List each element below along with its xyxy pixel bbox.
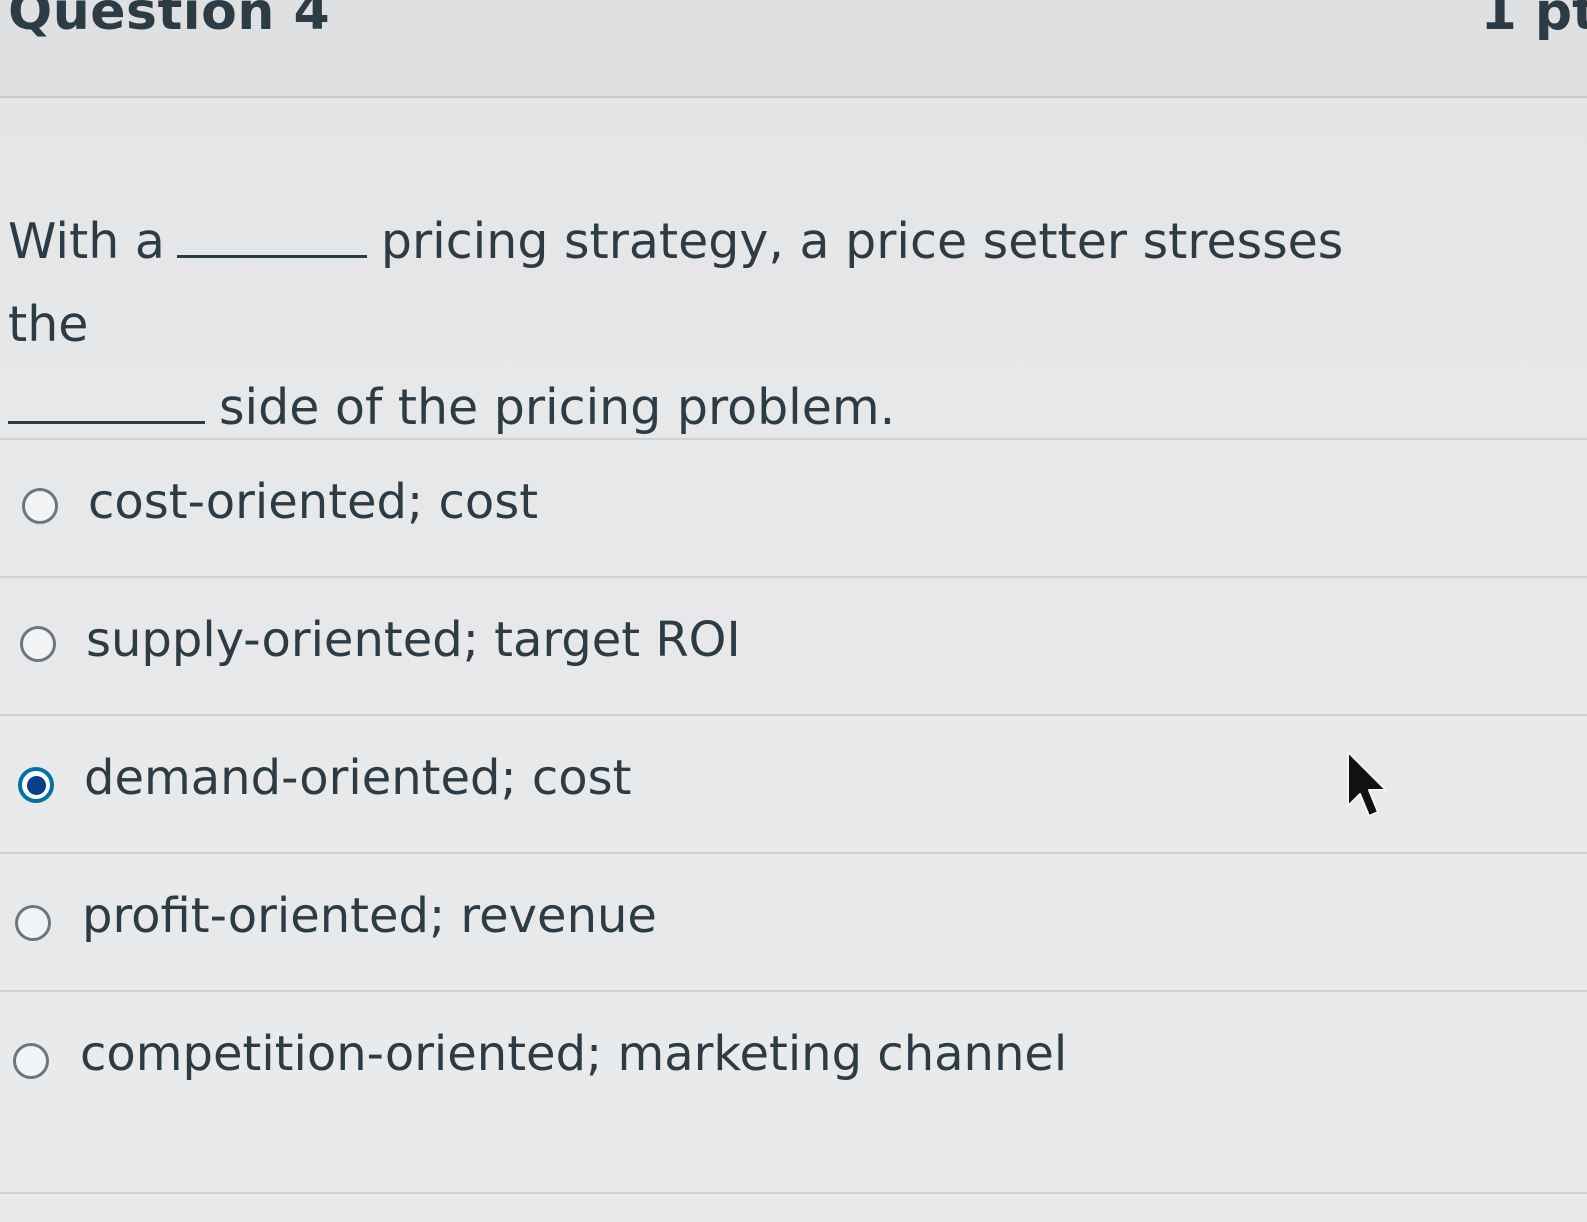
mouse-pointer-icon xyxy=(1347,751,1387,817)
radio-button[interactable] xyxy=(20,626,56,662)
answer-label[interactable]: profit-oriented; revenue xyxy=(82,888,657,944)
answer-label[interactable]: supply-oriented; target ROI xyxy=(86,612,741,668)
answer-blank-1 xyxy=(176,211,367,258)
answer-option-profit-oriented[interactable]: profit-oriented; revenue xyxy=(0,852,1587,990)
answer-blank-2 xyxy=(8,377,205,424)
question-text: With a pricing strategy, a price setter s… xyxy=(8,200,1428,449)
question-text-part-3: side of the pricing problem. xyxy=(219,379,896,436)
quiz-page: Question 4 1 pt With a pricing strategy, … xyxy=(0,0,1587,1222)
answer-label[interactable]: cost-oriented; cost xyxy=(88,474,538,530)
answer-option-supply-oriented[interactable]: supply-oriented; target ROI xyxy=(0,576,1587,714)
radio-button-selected[interactable] xyxy=(18,767,54,803)
question-text-part-1: With a xyxy=(8,213,165,270)
answer-label[interactable]: competition-oriented; marketing channel xyxy=(80,1026,1067,1082)
radio-button[interactable] xyxy=(15,905,51,941)
radio-button[interactable] xyxy=(13,1043,49,1079)
answer-option-cost-oriented[interactable]: cost-oriented; cost xyxy=(0,438,1587,576)
question-title: Question 4 xyxy=(8,0,331,42)
answer-option-competition-oriented[interactable]: competition-oriented; marketing channel xyxy=(0,990,1587,1194)
answer-label[interactable]: demand-oriented; cost xyxy=(84,750,632,806)
question-points: 1 pt xyxy=(1480,0,1587,42)
question-header: Question 4 1 pt xyxy=(0,0,1587,98)
radio-button[interactable] xyxy=(22,488,58,524)
